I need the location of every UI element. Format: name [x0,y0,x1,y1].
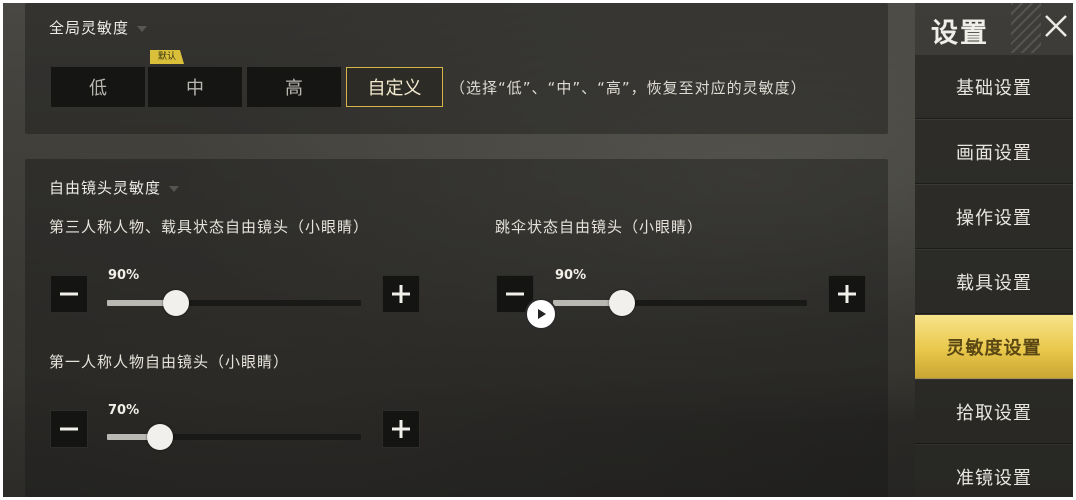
preset-hint-text: （选择“低”、“中”、“高”，恢复至对应的灵敏度） [450,79,807,97]
decrease-button[interactable] [50,275,88,313]
preset-low-button[interactable]: 低 [51,67,145,107]
plus-icon [392,420,410,438]
increase-button[interactable] [828,275,866,313]
slider-value: 90% [108,268,140,283]
slider-value: 70% [108,403,140,418]
sensitivity-slider[interactable] [553,287,807,317]
preset-custom-button[interactable]: 自定义 [346,67,443,107]
minus-icon [506,292,524,296]
sensitivity-slider[interactable] [107,421,361,451]
sidebar-header: 设置 [915,3,1073,55]
increase-button[interactable] [382,410,420,448]
sidebar-item-scope[interactable]: 准镜设置 [915,445,1073,497]
game-settings-screen: 全局灵敏度 默认 低 中 高 自定义 （选择“低”、“中”、“高”，恢复至对应的… [3,3,1073,497]
plus-icon [838,285,856,303]
free-camera-title: 自由镜头灵敏度 [49,177,180,198]
caret-icon [137,25,148,32]
close-button[interactable] [1043,13,1069,39]
decorative-hatch [1011,3,1041,53]
sidebar-item-pickup[interactable]: 拾取设置 [915,380,1073,444]
sensitivity-slider[interactable] [107,287,361,317]
increase-button[interactable] [382,275,420,313]
sidebar-title: 设置 [931,18,989,49]
sidebar-item-sensitivity[interactable]: 灵敏度设置 [915,315,1073,379]
default-badge: 默认 [150,50,185,64]
slider-thumb[interactable] [147,424,174,450]
plus-icon [392,285,410,303]
minus-icon [60,427,78,431]
sidebar-item-graphics[interactable]: 画面设置 [915,120,1073,184]
preset-medium-button[interactable]: 中 [148,67,242,107]
settings-sidebar: 设置 基础设置 画面设置 操作设置 载具设置 灵敏度设置 拾取设置 准镜设置 [915,3,1073,497]
free-camera-title-text: 自由镜头灵敏度 [49,179,162,197]
sidebar-item-basic[interactable]: 基础设置 [915,55,1073,119]
slider-thumb[interactable] [162,290,189,316]
global-sensitivity-title: 全局灵敏度 [49,17,148,38]
slider-label-parachute: 跳伞状态自由镜头（小眼睛） [495,218,704,236]
decrease-button[interactable] [50,410,88,448]
minus-icon [60,292,78,296]
play-icon [538,309,546,319]
play-button[interactable] [525,298,557,330]
sidebar-item-controls[interactable]: 操作设置 [915,185,1073,249]
slider-label-third-person: 第三人称人物、载具状态自由镜头（小眼睛） [49,218,370,236]
sidebar-item-vehicle[interactable]: 载具设置 [915,250,1073,314]
close-icon [1045,15,1067,37]
slider-thumb[interactable] [608,290,635,316]
global-sensitivity-title-text: 全局灵敏度 [49,19,130,37]
slider-value: 90% [555,268,587,283]
caret-icon [169,185,180,192]
slider-label-first-person: 第一人称人物自由镜头（小眼睛） [49,353,290,371]
preset-high-button[interactable]: 高 [247,67,341,107]
